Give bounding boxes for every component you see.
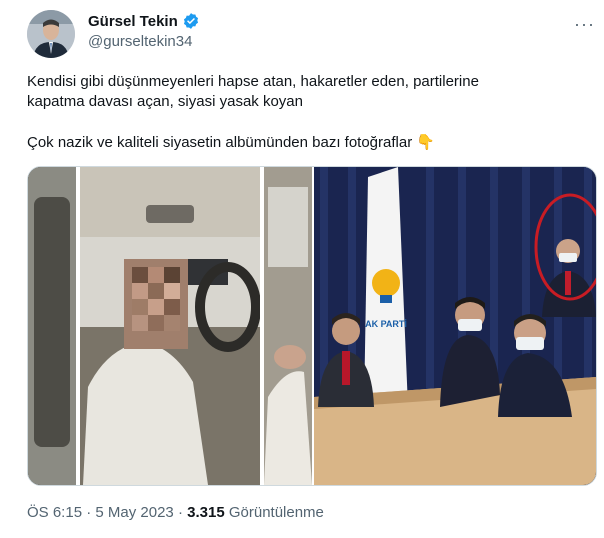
media-photo-meeting[interactable]: AK PARTİ [314,167,596,485]
tweet-date[interactable]: 5 May 2023 [95,504,173,521]
author-name-row: Gürsel Tekin [88,12,200,30]
tweet-media-grid[interactable]: AK PARTİ [27,166,597,486]
avatar[interactable] [27,10,75,58]
views-count: 3.315 [187,504,225,521]
views-label: Görüntülenme [228,504,324,521]
meta-separator: · [86,504,92,521]
tweet-text-line-1: Kendisi gibi düşünmeyenleri hapse atan, … [27,73,479,90]
meta-separator-2: · [177,504,183,521]
tweet-card: Gürsel Tekin @gurseltekin34 ··· Kendisi … [0,0,604,538]
tweet-text-line-2: kapatma davası açan, siyasi yasak koyan [27,93,303,110]
tweet-time[interactable]: ÖS 6:15 [27,504,82,521]
tweet-text-line-3: Çok nazik ve kaliteli siyasetin albümünd… [27,134,436,151]
author-handle[interactable]: @gurseltekin34 [88,33,192,50]
more-options-icon[interactable]: ··· [574,14,595,35]
verified-badge-icon [183,13,198,29]
media-photo-car[interactable] [28,167,312,485]
tweet-meta: ÖS 6:15 · 5 May 2023 · 3.315 Görüntülenm… [27,504,324,521]
author-name[interactable]: Gürsel Tekin [88,13,178,30]
party-label: AK PARTİ [365,319,407,329]
